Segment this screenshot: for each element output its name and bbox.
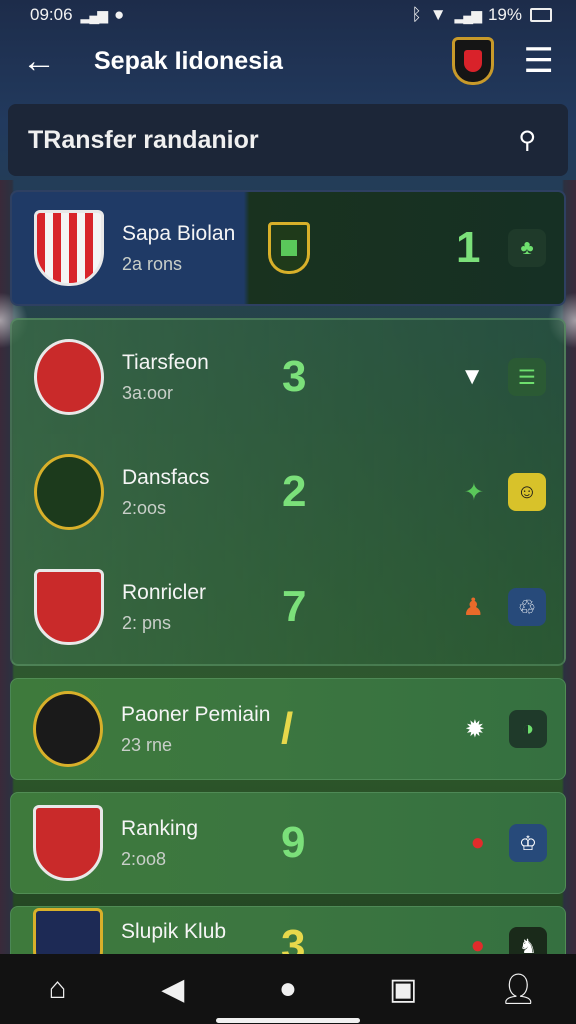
- player-badge-icon: [34, 569, 104, 645]
- card-name: Ronricler: [122, 580, 207, 604]
- player-badge-icon: [34, 210, 104, 286]
- card-name: Tiarsfeon: [122, 350, 209, 374]
- list-item[interactable]: Ranking 2:oo8 9 ● ♔: [10, 792, 566, 894]
- club-badge-icon: [34, 454, 104, 530]
- list-item[interactable]: Tiarsfeon 3a:oor 3 ▼ ☰: [10, 318, 566, 434]
- card-name: Ranking: [121, 816, 199, 840]
- notification-icon: ●: [114, 5, 125, 24]
- card-name: Dansfacs: [122, 465, 210, 489]
- battery-icon: [530, 8, 552, 22]
- list-item[interactable]: Ronricler 2: pns 7 ♟ ♲: [10, 550, 566, 666]
- card-mark: 7: [282, 582, 307, 631]
- card-sub: 2a rons: [122, 253, 183, 274]
- transfer-list: Sapa Biolan 2a rons 1 ♣ Tiarsfeon 3a:oor…: [10, 190, 566, 986]
- card-group: Tiarsfeon 3a:oor 3 ▼ ☰ Dansfacs 2:oos 2 …: [10, 318, 566, 666]
- action-icon[interactable]: ☺: [508, 473, 546, 511]
- list-item[interactable]: Paoner Pemiain 23 rne / ✹ ◑: [10, 678, 566, 780]
- profile-icon[interactable]: 👤︎: [488, 972, 548, 1007]
- card-sub: 2:oo8: [121, 848, 167, 869]
- action-icon[interactable]: ◑: [509, 710, 547, 748]
- search-text[interactable]: TRansfer randanior: [28, 126, 518, 155]
- red-dot-icon: ●: [470, 829, 486, 856]
- card-sub: 2: pns: [122, 612, 172, 633]
- action-icon[interactable]: ♔: [509, 824, 547, 862]
- action-icon[interactable]: ☰: [508, 358, 546, 396]
- home-indicator: [216, 1018, 360, 1023]
- card-mark: 1: [456, 223, 481, 272]
- gear-icon: ✹: [464, 715, 485, 743]
- card-mark: 2: [282, 467, 307, 516]
- drink-icon: ▼: [460, 363, 484, 390]
- club-badge-icon: [33, 805, 103, 881]
- card-mark: /: [281, 704, 294, 753]
- list-item[interactable]: Sapa Biolan 2a rons 1 ♣: [10, 190, 566, 306]
- status-time: 09:06: [30, 5, 73, 24]
- card-name: Paoner Pemiain: [121, 702, 271, 726]
- card-mark: 3: [282, 352, 307, 401]
- app-bar: ← Sepak Iidonesia ☰: [0, 30, 576, 92]
- card-sub: 3a:oor: [122, 382, 174, 403]
- card-name: Sapa Biolan: [122, 221, 236, 245]
- club-logo-icon[interactable]: [451, 37, 494, 85]
- action-icon[interactable]: ♣: [508, 229, 546, 267]
- card-name: Slupik Klub: [121, 919, 227, 943]
- back-arrow-icon[interactable]: ←: [22, 44, 66, 78]
- action-icon[interactable]: ♲: [508, 588, 546, 626]
- bottom-nav: ⌂ ◀ ● ▣ 👤︎: [0, 954, 576, 1024]
- club-badge-icon: [33, 691, 103, 767]
- person-icon: ♟: [462, 593, 484, 621]
- card-sub: 23 rne: [121, 734, 173, 755]
- gear-icon: ✦: [463, 478, 484, 506]
- cell-signal-icon: ▂▄▆: [454, 6, 482, 23]
- player-badge-icon: [34, 339, 104, 415]
- list-item[interactable]: Dansfacs 2:oos 2 ✦ ☺: [10, 434, 566, 550]
- hamburger-menu-icon[interactable]: ☰: [524, 44, 554, 78]
- signal-icon: ▂▄▆: [80, 6, 108, 23]
- battery-percent: 19%: [487, 5, 522, 24]
- shield-emblem-icon: [268, 222, 310, 274]
- bluetooth-icon: ᛒ: [411, 5, 422, 24]
- wifi-icon: ▼: [429, 5, 447, 24]
- bookmark-icon[interactable]: ▣: [373, 972, 433, 1007]
- card-mark: 9: [281, 818, 306, 867]
- back-triangle-icon[interactable]: ◀: [143, 972, 203, 1007]
- app-title: Sepak Iidonesia: [94, 46, 283, 75]
- home-circle-icon[interactable]: ●: [258, 972, 318, 1006]
- search-bar[interactable]: TRansfer randanior ⚲: [8, 104, 568, 176]
- search-icon[interactable]: ⚲: [518, 126, 536, 155]
- status-bar: 09:06 ▂▄▆ ● ᛒ ▼ ▂▄▆ 19%: [0, 0, 576, 30]
- home-icon[interactable]: ⌂: [28, 972, 88, 1006]
- card-sub: 2:oos: [122, 497, 167, 518]
